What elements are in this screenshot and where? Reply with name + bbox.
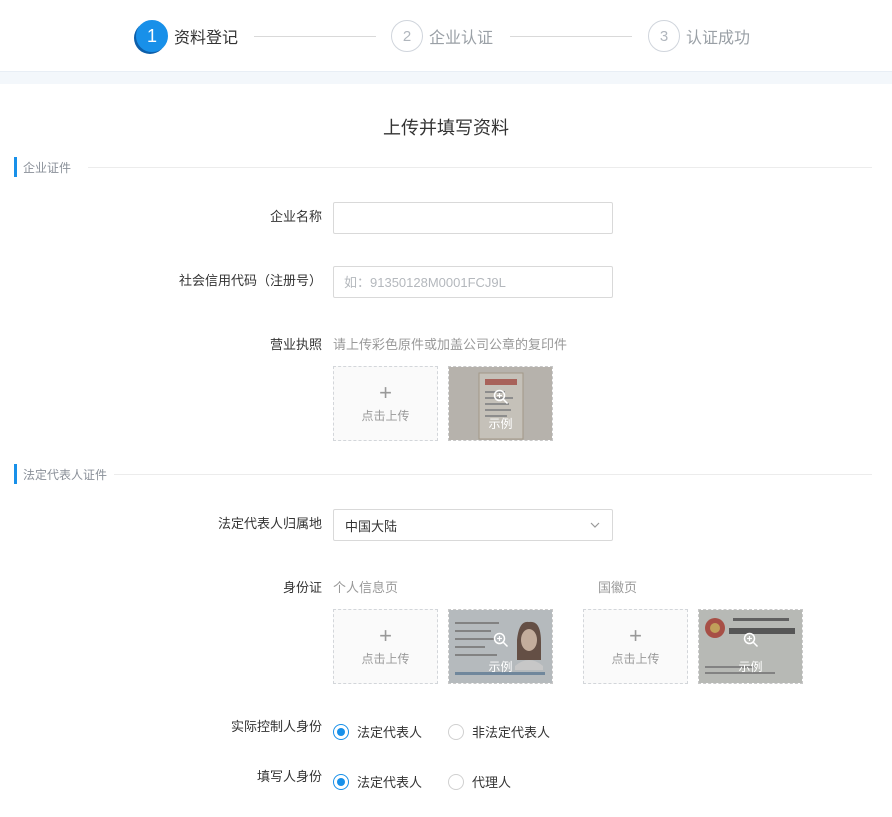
steps-header: 1 资料登记 2 企业认证 3 认证成功 [0, 0, 892, 72]
section-legal-rep-docs: 法定代表人证件 [14, 464, 107, 484]
credit-code-input[interactable] [333, 266, 613, 298]
step-2: 2 企业认证 [391, 20, 493, 52]
license-label: 营业执照 [269, 337, 322, 352]
region-label: 法定代表人归属地 [217, 516, 322, 531]
credit-code-label: 社会信用代码（注册号） [178, 273, 322, 288]
step-3: 3 认证成功 [648, 20, 750, 52]
sample-label: 示例 [488, 417, 513, 431]
plus-icon: + [379, 380, 392, 405]
radio-label: 非法定代表人 [472, 725, 551, 740]
plus-icon: + [629, 623, 642, 648]
section-divider [88, 167, 872, 168]
filler-label: 填写人身份 [256, 769, 322, 784]
step-connector [510, 36, 632, 37]
controller-radio-legal-rep[interactable]: 法定代表人 [333, 722, 422, 741]
step-label: 资料登记 [174, 30, 239, 47]
zoom-icon [743, 632, 759, 648]
radio-dot [448, 773, 465, 790]
chevron-down-icon [590, 522, 600, 528]
section-accent-bar [14, 157, 17, 177]
id-back-sample-image[interactable]: 示例 [698, 609, 803, 684]
radio-label: 法定代表人 [357, 725, 423, 740]
sample-label: 示例 [488, 660, 513, 674]
id-front-upload-button[interactable]: + 点击上传 [333, 609, 438, 684]
controller-label: 实际控制人身份 [230, 719, 322, 734]
filler-radio-agent[interactable]: 代理人 [448, 772, 511, 791]
section-title: 法定代表人证件 [23, 467, 108, 482]
license-hint: 请上传彩色原件或加盖公司公章的复印件 [333, 337, 568, 352]
step-number: 2 [391, 20, 423, 52]
radio-dot [333, 723, 349, 740]
radio-dot [448, 723, 465, 740]
region-select[interactable]: 中国大陆 [333, 509, 613, 541]
radio-label: 代理人 [472, 775, 512, 790]
license-upload-button[interactable]: + 点击上传 [333, 366, 438, 441]
region-value: 中国大陆 [345, 518, 398, 534]
plus-icon: + [379, 623, 392, 648]
id-back-hint: 国徽页 [598, 580, 638, 595]
section-accent-bar [14, 464, 17, 484]
step-number: 3 [648, 20, 680, 52]
upload-label: 点击上传 [361, 652, 410, 666]
filler-radio-legal-rep[interactable]: 法定代表人 [333, 772, 422, 791]
company-name-label: 企业名称 [269, 209, 322, 224]
radio-dot [333, 773, 349, 790]
step-1: 1 资料登记 [136, 20, 238, 52]
controller-radio-non-legal-rep[interactable]: 非法定代表人 [448, 722, 550, 741]
id-front-hint: 个人信息页 [333, 580, 399, 595]
section-divider [114, 474, 872, 475]
step-label: 认证成功 [686, 30, 751, 47]
page-title: 上传并填写资料 [383, 118, 509, 138]
upload-label: 点击上传 [611, 652, 660, 666]
upload-label: 点击上传 [361, 409, 410, 423]
zoom-icon [493, 632, 509, 648]
id-card-label: 身份证 [282, 580, 322, 595]
license-sample-image[interactable]: 示例 [448, 366, 553, 441]
id-back-upload-button[interactable]: + 点击上传 [583, 609, 688, 684]
filler-radio-group: 法定代表人 代理人 [333, 772, 537, 791]
step-connector [254, 36, 376, 37]
id-front-sample-image[interactable]: 示例 [448, 609, 553, 684]
step-label: 企业认证 [429, 30, 494, 47]
radio-label: 法定代表人 [357, 775, 423, 790]
step-number: 1 [136, 20, 168, 52]
controller-radio-group: 法定代表人 非法定代表人 [333, 722, 576, 741]
zoom-icon [493, 389, 509, 405]
divider-band [0, 72, 892, 84]
section-title: 企业证件 [23, 160, 72, 175]
section-company-docs: 企业证件 [14, 157, 71, 177]
sample-label: 示例 [738, 660, 763, 674]
company-name-input[interactable] [333, 202, 613, 234]
